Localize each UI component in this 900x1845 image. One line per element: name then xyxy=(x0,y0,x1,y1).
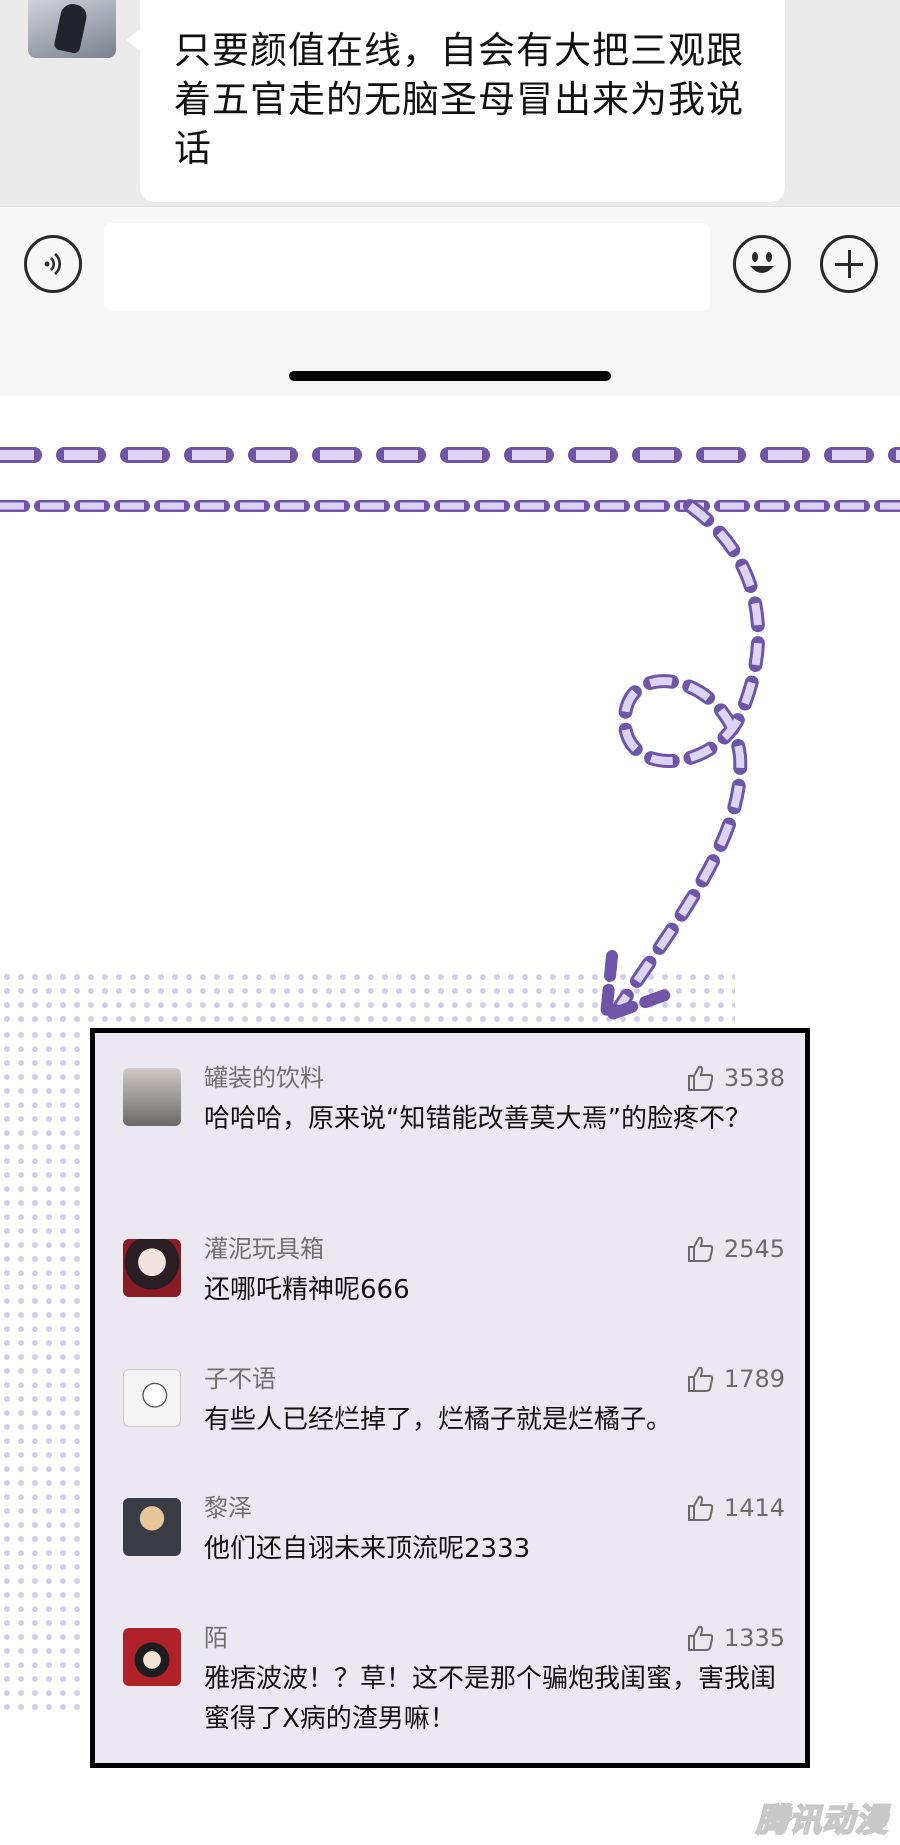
like-count: 3538 xyxy=(723,1064,785,1092)
dashed-ribbon-decoration xyxy=(0,447,900,1028)
message-input[interactable] xyxy=(104,223,710,311)
like-button[interactable]: 1789 xyxy=(686,1364,785,1394)
like-button[interactable]: 3538 xyxy=(686,1063,785,1093)
like-count: 1789 xyxy=(723,1365,785,1393)
avatar[interactable] xyxy=(123,1628,181,1686)
thumbs-up-icon xyxy=(687,1625,714,1651)
chat-area: 只要颜值在线，自会有大把三观跟着五官走的无脑圣母冒出来为我说话 xyxy=(0,0,900,206)
comment-text: 雅痞波波！？草！这不是那个骗炮我闺蜜，害我闺蜜得了X病的渣男嘛！ xyxy=(204,1664,777,1734)
comment-username[interactable]: 陌 xyxy=(204,1623,228,1653)
like-button[interactable]: 1335 xyxy=(686,1623,785,1653)
comment-panel: 罐装的饮料 3538 哈哈哈，原来说“知错能改善莫大焉”的脸疼不？ 灌泥玩具箱 … xyxy=(90,1028,810,1768)
thumbs-up-icon xyxy=(687,1495,714,1521)
like-count: 1414 xyxy=(723,1494,785,1522)
sender-avatar[interactable] xyxy=(28,0,116,58)
comment-username[interactable]: 罐装的饮料 xyxy=(204,1063,324,1093)
dot-grid-left xyxy=(0,971,88,1028)
like-count: 2545 xyxy=(723,1235,785,1263)
watermark-logo: 腾讯动漫 xyxy=(755,1800,888,1840)
dot-grid-side xyxy=(0,1028,88,1718)
voice-wave-icon xyxy=(44,253,61,275)
like-count: 1335 xyxy=(723,1624,785,1652)
thumbs-up-icon xyxy=(687,1236,714,1262)
thumbs-up-icon xyxy=(687,1065,714,1091)
like-button[interactable]: 1414 xyxy=(686,1493,785,1523)
avatar[interactable] xyxy=(123,1068,181,1126)
comment-text: 哈哈哈，原来说“知错能改善莫大焉”的脸疼不？ xyxy=(204,1104,751,1134)
comment-username[interactable]: 黎泽 xyxy=(204,1493,252,1523)
like-button[interactable]: 2545 xyxy=(686,1234,785,1264)
voice-input-button[interactable] xyxy=(24,235,82,293)
avatar[interactable] xyxy=(123,1498,181,1556)
emoji-button[interactable] xyxy=(733,235,791,293)
input-bar xyxy=(0,206,900,396)
plus-icon[interactable] xyxy=(820,235,878,293)
comment-username[interactable]: 子不语 xyxy=(204,1364,276,1394)
message-bubble[interactable]: 只要颜值在线，自会有大把三观跟着五官走的无脑圣母冒出来为我说话 xyxy=(126,0,785,202)
smiley-icon xyxy=(750,252,774,273)
home-indicator[interactable] xyxy=(289,371,611,381)
comment-text: 他们还自诩未来顶流呢2333 xyxy=(204,1534,531,1564)
thumbs-up-icon xyxy=(687,1366,714,1392)
message-text: 只要颜值在线，自会有大把三观跟着五官走的无脑圣母冒出来为我说话 xyxy=(174,29,744,170)
comment-text: 还哪吒精神呢666 xyxy=(204,1275,410,1305)
avatar[interactable] xyxy=(123,1369,181,1427)
avatar[interactable] xyxy=(123,1239,181,1297)
comment-text: 有些人已经烂掉了，烂橘子就是烂橘子。 xyxy=(204,1405,673,1435)
comment-username[interactable]: 灌泥玩具箱 xyxy=(204,1234,324,1264)
